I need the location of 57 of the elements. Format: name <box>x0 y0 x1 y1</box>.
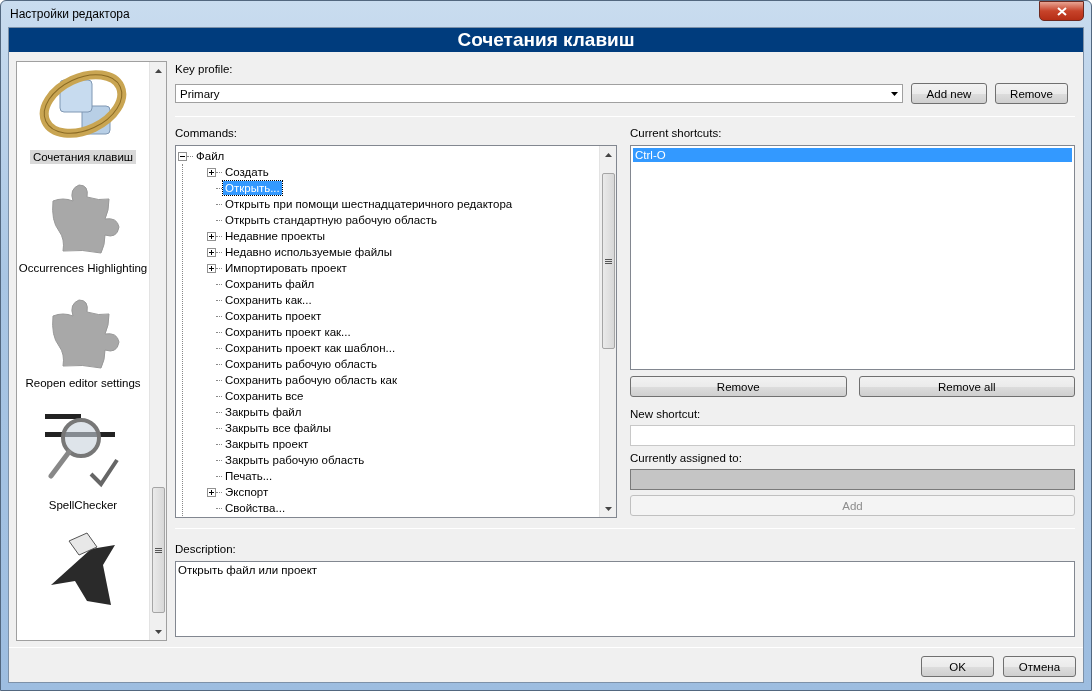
shortcut-input[interactable] <box>630 425 1075 446</box>
field-label: Commands: <box>175 127 238 141</box>
cancel-button[interactable]: Отмена <box>1003 656 1076 677</box>
remove-shortcut-button[interactable]: Remove <box>630 376 847 397</box>
tree-item[interactable]: Закрыть рабочую область <box>223 453 367 467</box>
window-title: Настройки редактора <box>9 7 130 21</box>
expand-icon[interactable] <box>207 167 216 177</box>
close-icon <box>1056 6 1067 16</box>
scroll-up-icon[interactable] <box>154 68 162 73</box>
tree-item[interactable]: Открыть при помощи шестнадцатеричного редактора <box>223 197 515 211</box>
field-label: Currently assigned to: <box>630 452 743 466</box>
sidebar-item[interactable]: Сочетания клавиш <box>29 150 137 164</box>
field-label: Current shortcuts: <box>630 127 723 141</box>
scroll-up-icon[interactable] <box>604 152 612 157</box>
add-new-button[interactable]: Add new <box>911 83 987 104</box>
tree-item[interactable]: Экспорт <box>223 485 271 499</box>
remove-button[interactable]: Remove <box>995 83 1068 104</box>
profile-dropdown[interactable]: Primary <box>175 84 903 103</box>
tree-item[interactable]: Печать... <box>223 469 275 483</box>
page-header: Сочетания клавиш <box>9 28 1083 52</box>
expand-icon[interactable] <box>207 487 216 497</box>
tree-item[interactable]: Открыть стандартную рабочую область <box>223 213 440 227</box>
grip-icon <box>604 258 612 264</box>
field-label: Description: <box>175 543 237 557</box>
scroll-down-icon[interactable] <box>604 506 612 511</box>
tree-item[interactable]: Сохранить проект <box>223 309 324 323</box>
scrollbar[interactable] <box>149 62 166 640</box>
caret-icon <box>891 91 898 96</box>
collapse-icon[interactable] <box>178 151 187 161</box>
description-field[interactable]: Открыть файл или проект <box>175 561 1075 637</box>
scrollbar[interactable] <box>599 146 616 517</box>
remove-all-button[interactable]: Remove all <box>858 376 1075 397</box>
close-button[interactable] <box>1039 1 1084 21</box>
tree-item[interactable]: Закрыть все файлы <box>223 421 334 435</box>
grip-icon <box>154 547 162 553</box>
expand-icon[interactable] <box>207 263 216 273</box>
field-label: New shortcut: <box>630 408 702 422</box>
expand-icon[interactable] <box>207 247 216 257</box>
tree-item[interactable]: Недавно используемые файлы <box>223 245 395 259</box>
tree-item[interactable]: Свойства... <box>223 501 288 515</box>
tree-item[interactable]: Сохранить рабочую область <box>223 357 379 371</box>
tree-item[interactable]: Файл <box>194 149 227 163</box>
tree-item[interactable]: Закрыть файл <box>223 405 304 419</box>
tree-item[interactable]: Сохранить файл <box>223 277 317 291</box>
tree-item[interactable]: Закрыть проект <box>223 437 311 451</box>
tree-item[interactable]: Сохранить все <box>223 389 306 403</box>
tree-item[interactable]: Сохранить проект как шаблон... <box>223 341 398 355</box>
tree-item[interactable]: Создать <box>223 165 271 179</box>
tree-item[interactable]: Импортировать проект <box>223 261 349 275</box>
tree-item[interactable]: Сохранить рабочую область как <box>223 373 399 387</box>
tree-item[interactable]: Сохранить проект как... <box>223 325 353 339</box>
field-label: Key profile: <box>175 63 234 77</box>
tree-item[interactable]: Сохранить как... <box>223 293 314 307</box>
tree-item[interactable]: Недавние проекты <box>223 229 328 243</box>
ok-button[interactable]: OK <box>921 656 994 677</box>
expand-icon[interactable] <box>207 231 216 241</box>
scroll-down-icon[interactable] <box>154 629 162 634</box>
